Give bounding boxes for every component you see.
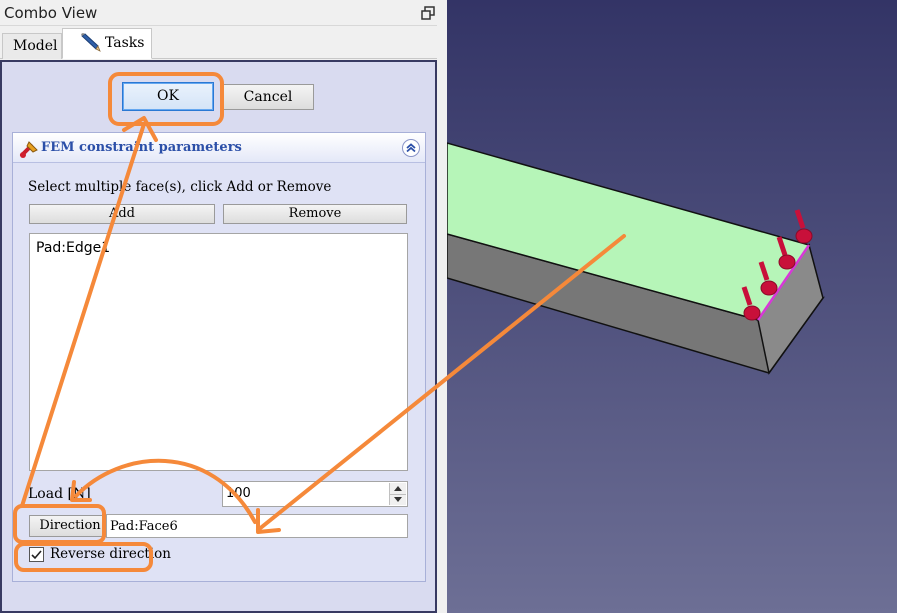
tab-model[interactable]: Model [2, 33, 62, 59]
select-faces-label: Select multiple face(s), click Add or Re… [28, 179, 332, 195]
load-value[interactable]: 100 [226, 486, 251, 501]
remove-button[interactable]: Remove [223, 204, 407, 224]
combo-tabs: Model Tasks [0, 27, 440, 59]
tab-tasks[interactable]: Tasks [62, 28, 152, 59]
panel-splitter[interactable] [437, 0, 447, 613]
add-button[interactable]: Add [29, 204, 215, 224]
reverse-direction-checkbox[interactable] [29, 547, 44, 562]
chevron-up-icon [394, 486, 402, 491]
cancel-button[interactable]: Cancel [222, 84, 314, 110]
load-spinbox[interactable]: 100 [222, 481, 408, 507]
pencil-icon [81, 33, 101, 52]
3d-viewport[interactable] [447, 0, 897, 613]
tab-model-label: Model [13, 38, 58, 54]
direction-value: Pad:Face6 [110, 519, 178, 534]
combo-view-titlebar: Combo View [0, 0, 440, 26]
direction-button[interactable]: Direction [29, 515, 111, 537]
list-item[interactable]: Pad:Edge1 [36, 240, 110, 256]
combo-view-title: Combo View [4, 4, 98, 22]
fem-constraint-title: FEM constraint parameters [41, 140, 242, 155]
spin-down-button[interactable] [389, 494, 406, 505]
collapse-icon[interactable] [401, 138, 421, 158]
reverse-direction-label: Reverse direction [50, 546, 171, 562]
fem-constraint-box: FEM constraint parameters Select multipl… [12, 132, 426, 582]
direction-field[interactable]: Pad:Face6 [106, 514, 408, 538]
ok-button[interactable]: OK [122, 82, 214, 111]
fem-constraint-header: FEM constraint parameters [13, 133, 425, 163]
references-list[interactable]: Pad:Edge1 [29, 233, 408, 471]
spin-up-button[interactable] [389, 483, 406, 494]
float-window-icon[interactable] [421, 6, 435, 20]
combo-view-panel: Combo View Model Tasks OK Cancel FEM con… [0, 0, 440, 613]
checkmark-icon [31, 550, 42, 560]
chevron-down-icon [394, 497, 402, 502]
fem-force-icon [20, 141, 38, 158]
load-label: Load [N] [28, 486, 91, 502]
tab-tasks-label: Tasks [105, 35, 145, 51]
